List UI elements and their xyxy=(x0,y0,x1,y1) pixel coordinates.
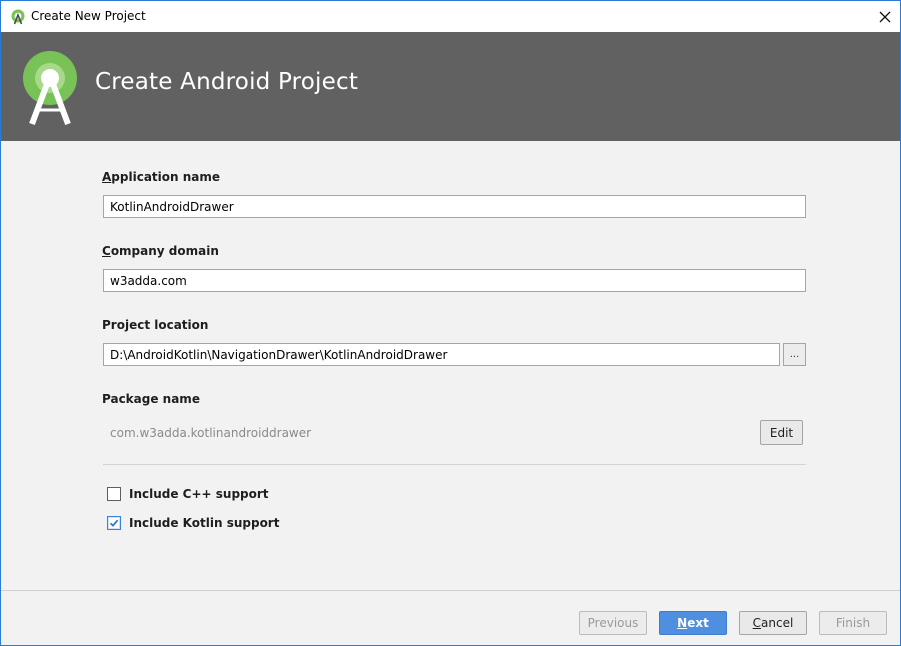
company-domain-label-mnemonic: C xyxy=(102,244,111,258)
include-kotlin-row[interactable]: Include Kotlin support xyxy=(107,516,279,530)
project-location-input[interactable] xyxy=(103,343,780,366)
close-icon xyxy=(879,11,891,22)
edit-package-button[interactable]: Edit xyxy=(760,420,803,445)
company-domain-input[interactable] xyxy=(103,269,806,292)
include-kotlin-checkbox[interactable] xyxy=(107,516,121,530)
cancel-button-mnemonic: C xyxy=(752,616,762,630)
title-bar: Create New Project xyxy=(1,1,900,32)
page-title: Create Android Project xyxy=(95,69,359,95)
browse-location-button[interactable]: ... xyxy=(783,343,806,366)
cancel-button[interactable]: Cancel xyxy=(739,611,807,635)
package-name-label: Package name xyxy=(102,392,200,406)
application-name-input[interactable] xyxy=(103,195,806,218)
include-cpp-row[interactable]: Include C++ support xyxy=(107,487,269,501)
window-title: Create New Project xyxy=(31,9,146,23)
application-name-label-text: pplication name xyxy=(111,170,221,184)
footer-divider xyxy=(1,590,900,591)
package-name-value: com.w3adda.kotlinandroiddrawer xyxy=(110,426,312,440)
include-cpp-label: Include C++ support xyxy=(129,487,269,501)
previous-button[interactable]: Previous xyxy=(579,611,647,635)
project-location-label: Project location xyxy=(102,318,209,332)
header-banner: Create Android Project xyxy=(1,32,900,141)
application-name-label-mnemonic: A xyxy=(102,170,112,184)
cancel-button-text: ancel xyxy=(761,616,794,630)
finish-button[interactable]: Finish xyxy=(819,611,887,635)
include-cpp-checkbox[interactable] xyxy=(107,487,121,501)
company-domain-label-text: ompany domain xyxy=(110,244,219,258)
include-kotlin-label: Include Kotlin support xyxy=(129,516,280,530)
next-button-text: ext xyxy=(687,616,709,630)
android-studio-logo xyxy=(23,51,77,126)
android-studio-icon xyxy=(11,9,25,25)
next-button[interactable]: Next xyxy=(659,611,727,635)
company-domain-label: Company domain xyxy=(102,244,219,258)
close-button[interactable] xyxy=(870,1,900,32)
next-button-mnemonic: N xyxy=(677,616,688,630)
application-name-label: Application name xyxy=(102,170,220,184)
create-project-dialog: Create New Project Create Android Projec… xyxy=(0,0,901,646)
checkmark-icon xyxy=(109,519,119,527)
section-divider xyxy=(103,464,806,465)
